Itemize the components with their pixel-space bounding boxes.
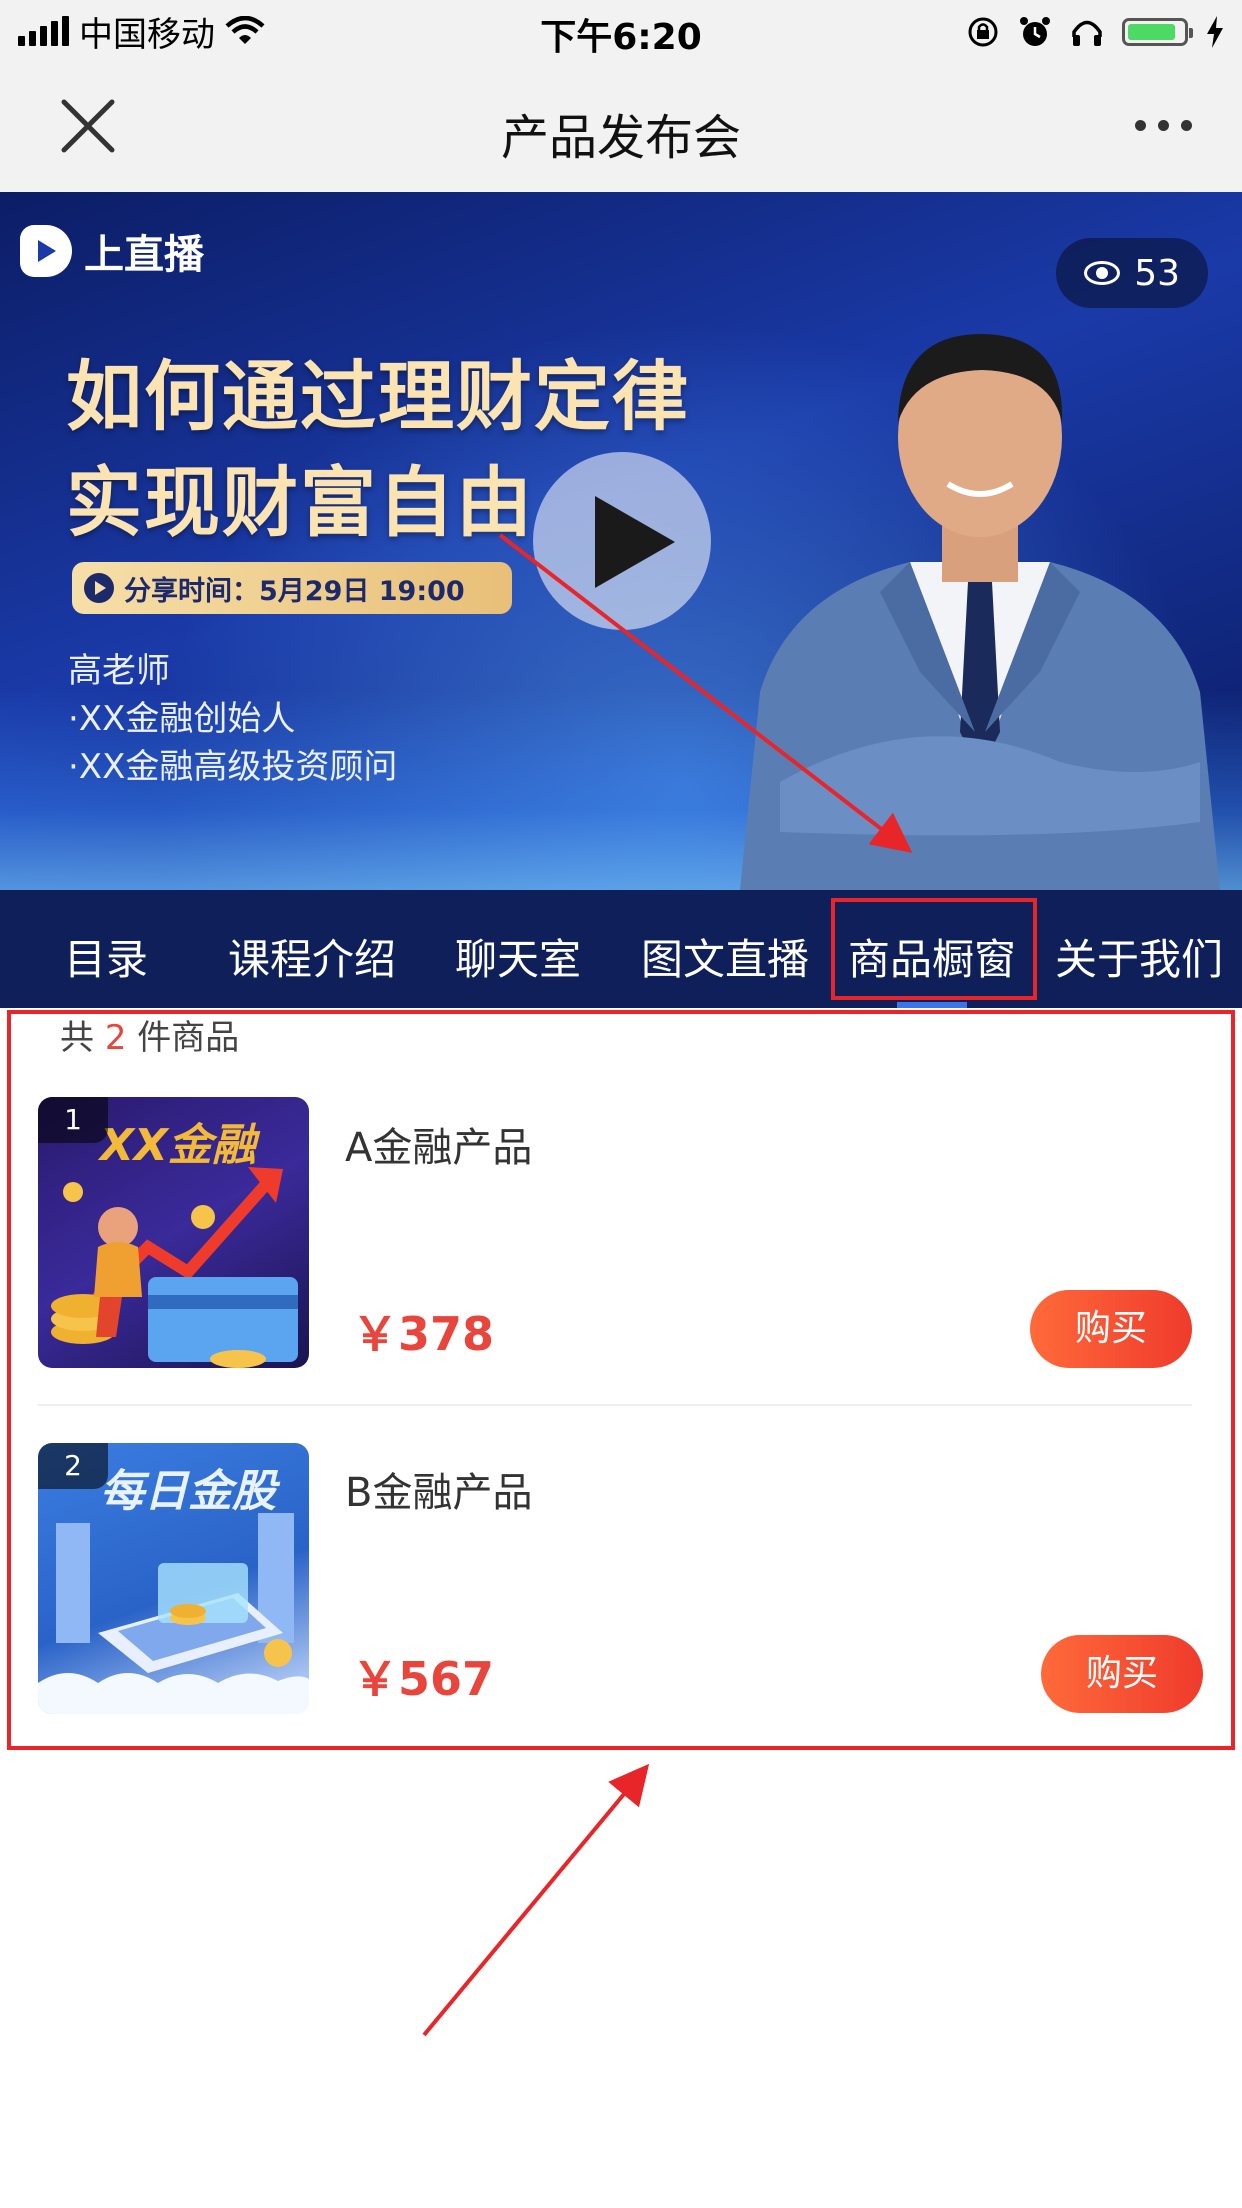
tab-about-us[interactable]: 关于我们 xyxy=(1055,926,1223,987)
tab-catalog[interactable]: 目录 xyxy=(64,926,148,987)
tab-live-text[interactable]: 图文直播 xyxy=(641,926,809,987)
charging-icon xyxy=(1207,16,1223,48)
share-time-pill: 分享时间：5月29日 19:00 xyxy=(72,562,512,614)
play-button[interactable] xyxy=(533,452,711,630)
play-small-icon xyxy=(84,573,114,603)
tab-course-intro[interactable]: 课程介绍 xyxy=(228,926,396,987)
battery-icon xyxy=(1122,18,1193,46)
rotation-lock-icon xyxy=(968,17,998,47)
nav-bar: 产品发布会 xyxy=(0,62,1242,193)
status-right xyxy=(966,10,1224,54)
more-icon[interactable] xyxy=(1135,120,1192,131)
headphones-icon xyxy=(1072,20,1102,46)
page-title: 产品发布会 xyxy=(500,110,741,166)
annotation-arrow-to-list xyxy=(422,1763,650,2037)
logo-text: 上直播 xyxy=(84,232,204,278)
teacher-title2: ·XX金融高级投资顾问 xyxy=(68,747,398,787)
annotation-tab-highlight-box xyxy=(831,898,1037,1000)
video-banner[interactable]: 上直播 53 如何通过理财定律 实现财富自由 分享时间：5月29日 19:00 … xyxy=(0,192,1242,890)
teacher-title1: ·XX金融创始人 xyxy=(68,699,296,739)
alarm-icon xyxy=(1020,17,1050,46)
share-time-text: 分享时间：5月29日 19:00 xyxy=(124,575,465,607)
brand-logo: 上直播 xyxy=(20,222,204,280)
presenter-image xyxy=(740,333,1220,890)
teacher-name: 高老师 xyxy=(68,651,170,691)
headline-line1: 如何通过理财定律 xyxy=(66,352,690,441)
status-bar: 中国移动 下午6:20 xyxy=(0,0,1242,62)
annotation-list-highlight-box xyxy=(7,1010,1235,1750)
active-tab-indicator xyxy=(897,1002,967,1008)
teacher-info: 高老师 ·XX金融创始人 ·XX金融高级投资顾问 xyxy=(68,647,397,791)
logo-icon xyxy=(20,225,72,277)
tab-chatroom[interactable]: 聊天室 xyxy=(455,926,581,987)
tab-bar: 目录 课程介绍 聊天室 图文直播 商品橱窗 关于我们 xyxy=(0,890,1242,1008)
